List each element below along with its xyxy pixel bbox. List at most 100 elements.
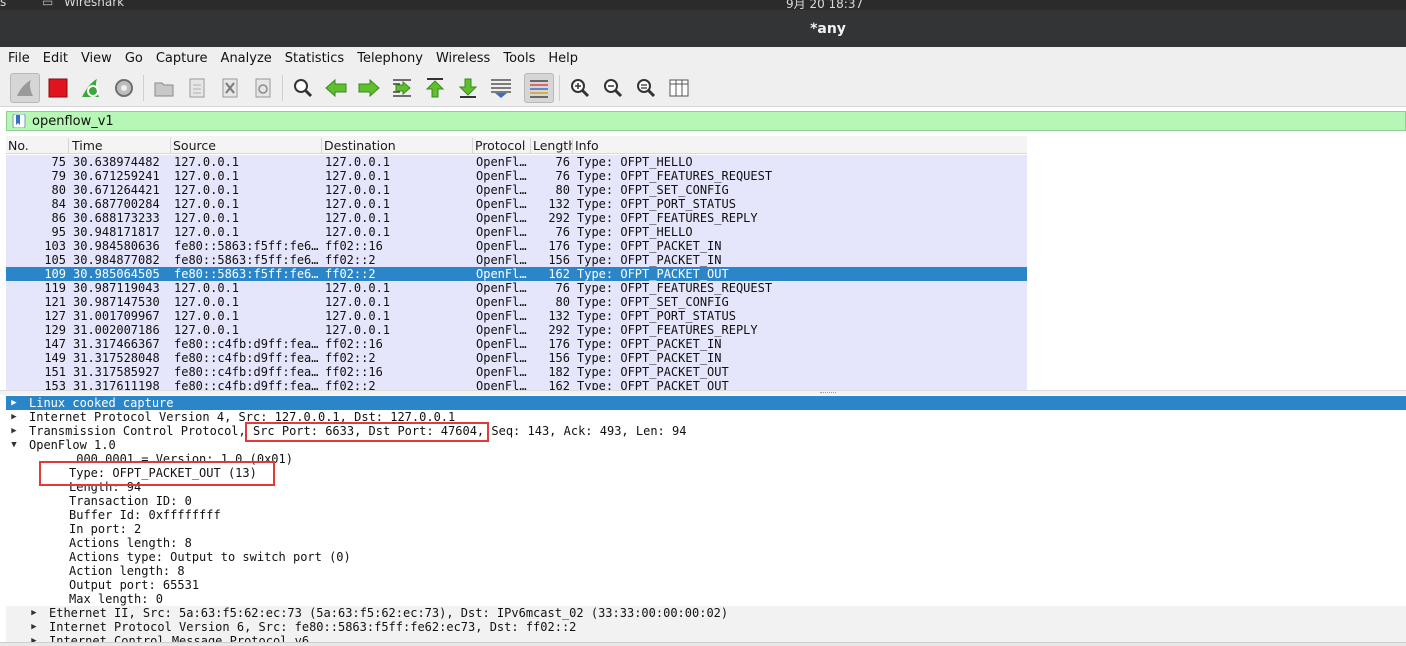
go-forward-icon[interactable] (354, 73, 384, 103)
detail-row-text: Actions length: 8 (69, 536, 192, 550)
row-info: Type: OFPT_FEATURES_REQUEST (577, 169, 773, 183)
resize-columns-icon[interactable] (664, 73, 694, 103)
detail-row-text: Internet Control Message Protocol v6 (49, 634, 310, 642)
packet-row[interactable]: 103 30.984580636 fe80::5863:f5ff:fe6… ff02:… (6, 239, 1027, 253)
row-length: 76 (555, 225, 570, 239)
menu-view[interactable]: View (81, 51, 112, 66)
detail-row[interactable]: Type: OFPT_PACKET_OUT (13) (6, 466, 1406, 480)
packet-row[interactable]: 119 30.987119043 127.0.0.1 127.0.0.1 OpenFl…… (6, 281, 1027, 295)
collapsed-arrow-icon[interactable]: ▶ (9, 396, 19, 410)
collapsed-arrow-icon[interactable]: ▶ (9, 410, 19, 424)
detail-row[interactable]: ▶ Transmission Control Protocol, Src Port… (6, 424, 1406, 438)
detail-row[interactable]: ▶ Linux cooked capture (6, 396, 1406, 410)
menu-go[interactable]: Go (125, 51, 143, 66)
packet-row[interactable]: 147 31.317466367 fe80::c4fb:d9ff:fea… ff02:… (6, 337, 1027, 351)
packet-row[interactable]: 149 31.317528048 fe80::c4fb:d9ff:fea… ff02:… (6, 351, 1027, 365)
packet-row[interactable]: 80 30.671264421 127.0.0.1 127.0.0.1 OpenFl… 8… (6, 183, 1027, 197)
row-time: 30.671264421 (73, 183, 160, 197)
collapsed-arrow-icon[interactable]: ▶ (29, 606, 39, 620)
detail-row[interactable]: Buffer Id: 0xffffffff (6, 508, 1406, 522)
zoom-normal-icon[interactable] (631, 73, 661, 103)
close-file-icon[interactable] (215, 73, 245, 103)
detail-row[interactable]: ▼ OpenFlow 1.0 (6, 438, 1406, 452)
packet-row[interactable]: 127 31.001709967 127.0.0.1 127.0.0.1 OpenFl…… (6, 309, 1027, 323)
menu-help[interactable]: Help (548, 51, 578, 66)
save-file-icon[interactable] (182, 73, 212, 103)
packet-row[interactable]: 151 31.317585927 fe80::c4fb:d9ff:fea… ff02:… (6, 365, 1027, 379)
detail-row[interactable]: Action length: 8 (6, 564, 1406, 578)
collapsed-arrow-icon[interactable]: ▶ (29, 634, 39, 642)
packet-row[interactable]: 105 30.984877082 fe80::5863:f5ff:fe6… ff02:… (6, 253, 1027, 267)
detail-row[interactable]: Max length: 0 (6, 592, 1406, 606)
detail-row[interactable]: Actions type: Output to switch port (0) (6, 550, 1406, 564)
packet-row[interactable]: 95 30.948171817 127.0.0.1 127.0.0.1 OpenFl… 7… (6, 225, 1027, 239)
go-back-icon[interactable] (321, 73, 351, 103)
window-title: *any (810, 21, 846, 37)
detail-row[interactable]: ▶ Internet Protocol Version 4, Src: 127.0… (6, 410, 1406, 424)
packet-row[interactable]: 121 30.987147530 127.0.0.1 127.0.0.1 OpenFl…… (6, 295, 1027, 309)
row-destination: ff02::2 (325, 253, 376, 267)
col-header-protocol[interactable]: Protocol (473, 138, 531, 154)
collapsed-arrow-icon[interactable]: ▶ (9, 424, 19, 438)
detail-row[interactable]: ▶ Internet Control Message Protocol v6 (6, 634, 1406, 642)
go-to-packet-icon[interactable] (387, 73, 417, 103)
row-destination: 127.0.0.1 (325, 155, 391, 169)
menu-analyze[interactable]: Analyze (221, 51, 272, 66)
go-first-icon[interactable] (420, 73, 450, 103)
expanded-arrow-icon[interactable]: ▼ (9, 438, 19, 452)
detail-row[interactable]: Transaction ID: 0 (6, 494, 1406, 508)
detail-row[interactable]: Output port: 65531 (6, 578, 1406, 592)
collapsed-arrow-icon[interactable]: ▶ (29, 620, 39, 634)
zoom-in-icon[interactable] (565, 73, 595, 103)
packet-row[interactable]: 86 30.688173233 127.0.0.1 127.0.0.1 OpenFl… 2… (6, 211, 1027, 225)
col-header-destination[interactable]: Destination (322, 138, 473, 154)
col-header-source[interactable]: Source (171, 138, 322, 154)
row-info: Type: OFPT_PACKET_IN (577, 253, 722, 267)
menu-telephony[interactable]: Telephony (357, 51, 423, 66)
packet-row[interactable]: 109 30.985064505 fe80::5863:f5ff:fe6… ff02:… (6, 267, 1027, 281)
filter-bookmark-icon[interactable] (12, 114, 26, 128)
detail-row[interactable]: Actions length: 8 (6, 536, 1406, 550)
find-packet-icon[interactable] (288, 73, 318, 103)
menu-edit[interactable]: Edit (43, 51, 68, 66)
detail-row[interactable]: .000 0001 = Version: 1.0 (0x01) (6, 452, 1406, 466)
col-header-no[interactable]: No. (6, 138, 69, 154)
shark-fin-start-icon[interactable] (10, 73, 40, 103)
row-time: 30.638974482 (73, 155, 160, 169)
menu-capture[interactable]: Capture (156, 51, 208, 66)
stop-capture-icon[interactable] (43, 73, 73, 103)
detail-row-text: .000 0001 = Version: 1.0 (0x01) (69, 452, 293, 466)
packet-row[interactable]: 129 31.002007186 127.0.0.1 127.0.0.1 OpenFl…… (6, 323, 1027, 337)
menu-tools[interactable]: Tools (503, 51, 535, 66)
reload-file-icon[interactable] (248, 73, 278, 103)
detail-row[interactable]: In port: 2 (6, 522, 1406, 536)
detail-row-text: In port: 2 (69, 522, 142, 536)
capture-options-icon[interactable] (109, 73, 139, 103)
open-file-icon[interactable] (149, 73, 179, 103)
os-app-label[interactable]: Wireshark (64, 0, 124, 9)
col-header-info[interactable]: Info (573, 138, 1027, 154)
zoom-out-icon[interactable] (598, 73, 628, 103)
col-header-length[interactable]: Length (531, 138, 573, 154)
detail-row[interactable]: Length: 94 (6, 480, 1406, 494)
menu-statistics[interactable]: Statistics (285, 51, 344, 66)
packet-row[interactable]: 153 31.317611198 fe80::c4fb:d9ff:fea… ff02:… (6, 379, 1027, 390)
restart-capture-icon[interactable] (76, 73, 106, 103)
row-destination: ff02::16 (325, 239, 383, 253)
detail-row[interactable]: ▶ Ethernet II, Src: 5a:63:f5:62:ec:73 (5a… (6, 606, 1406, 620)
go-last-icon[interactable] (453, 73, 483, 103)
col-header-time[interactable]: Time (70, 138, 171, 154)
display-filter-input[interactable]: openflow_v1 (32, 114, 114, 129)
detail-row[interactable]: ▶ Internet Protocol Version 6, Src: fe80:… (6, 620, 1406, 634)
autoscroll-icon[interactable] (486, 73, 516, 103)
row-destination: 127.0.0.1 (325, 211, 391, 225)
row-destination: 127.0.0.1 (325, 197, 391, 211)
packet-row[interactable]: 84 30.687700284 127.0.0.1 127.0.0.1 OpenFl… 1… (6, 197, 1027, 211)
menu-wireless[interactable]: Wireless (436, 51, 490, 66)
display-filter-bar[interactable]: openflow_v1 (6, 111, 1406, 131)
colorize-icon[interactable] (524, 73, 554, 103)
packet-row[interactable]: 79 30.671259241 127.0.0.1 127.0.0.1 OpenFl… 7… (6, 169, 1027, 183)
packet-row[interactable]: 75 30.638974482 127.0.0.1 127.0.0.1 OpenFl… 7… (6, 155, 1027, 169)
menu-file[interactable]: File (8, 51, 30, 66)
row-no: 151 (44, 365, 66, 379)
